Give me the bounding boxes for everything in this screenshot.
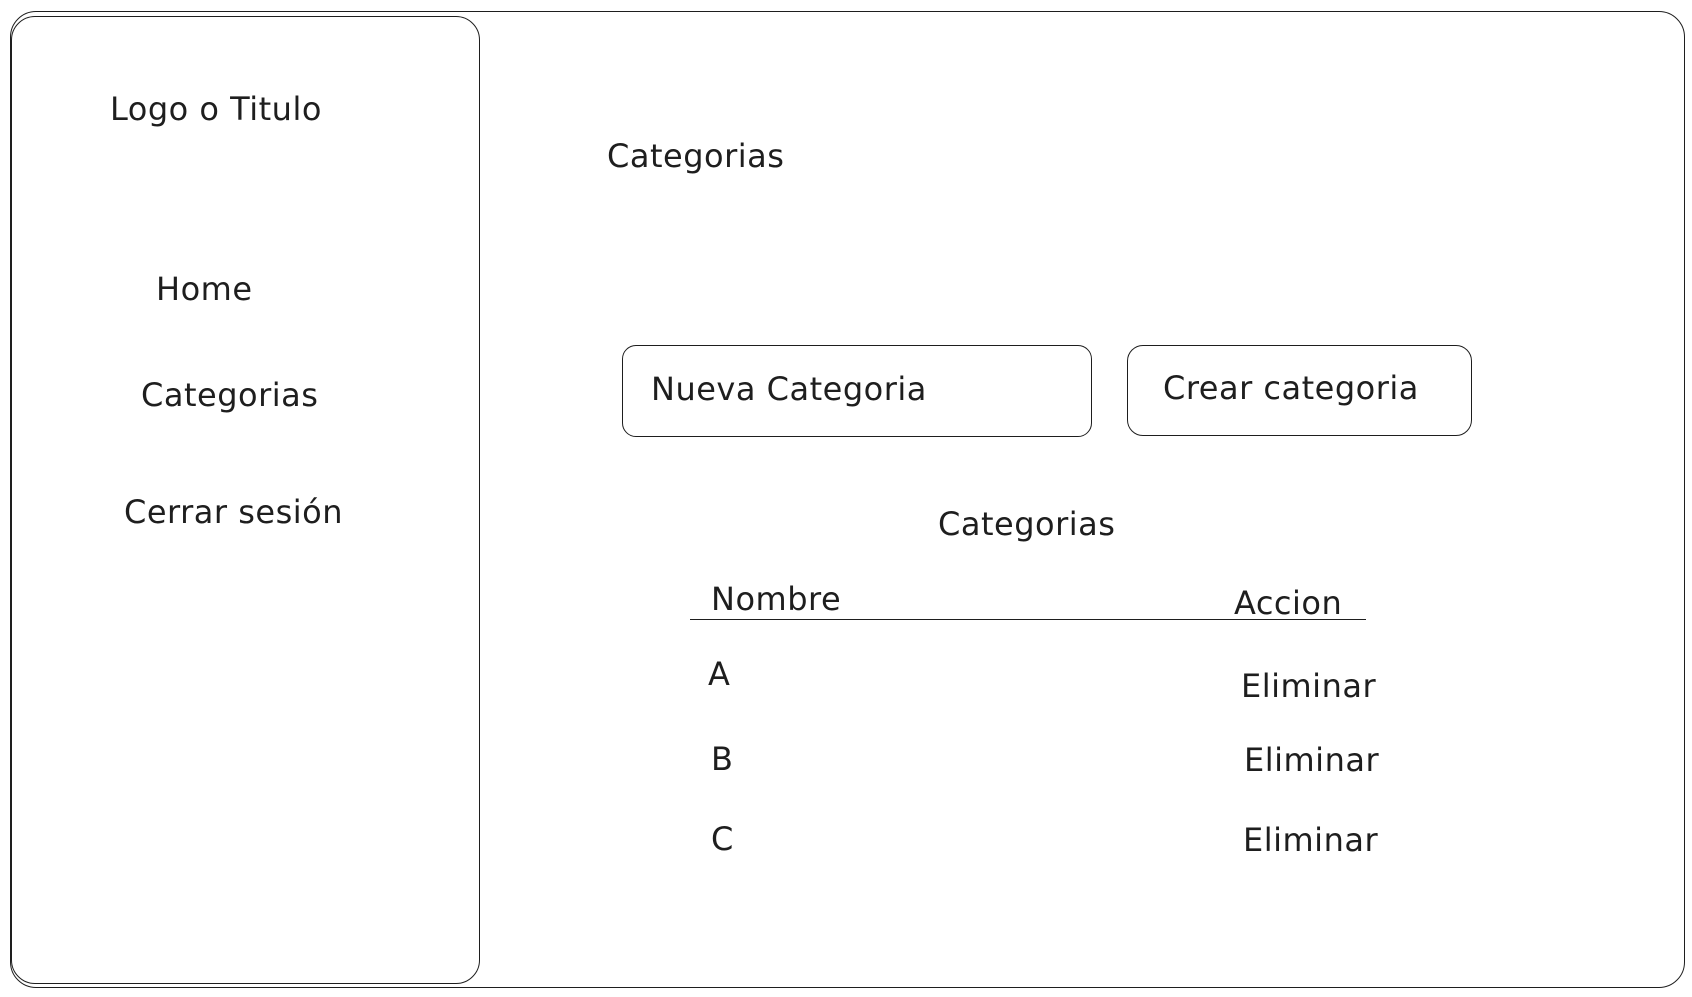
table-row-name: A	[708, 655, 731, 693]
column-header-nombre: Nombre	[711, 580, 842, 618]
column-header-accion: Accion	[1234, 584, 1343, 622]
create-category-button[interactable]: Crear categoria	[1127, 345, 1472, 436]
new-category-input[interactable]: Nueva Categoria	[622, 345, 1092, 437]
table-title: Categorias	[938, 505, 1116, 543]
logo-title: Logo o Titulo	[110, 90, 322, 128]
sidebar-item-home[interactable]: Home	[156, 273, 253, 305]
sidebar-item-logout[interactable]: Cerrar sesión	[124, 496, 343, 528]
create-category-button-label: Crear categoria	[1163, 369, 1419, 407]
page-title: Categorias	[607, 137, 785, 175]
delete-button[interactable]: Eliminar	[1241, 670, 1376, 702]
new-category-placeholder: Nueva Categoria	[651, 370, 927, 408]
table-header-divider	[690, 619, 1366, 620]
delete-button[interactable]: Eliminar	[1243, 824, 1378, 856]
table-row-name: C	[711, 820, 734, 858]
delete-button[interactable]: Eliminar	[1244, 744, 1379, 776]
table-row-name: B	[711, 740, 734, 778]
sidebar-item-categorias[interactable]: Categorias	[141, 379, 318, 411]
